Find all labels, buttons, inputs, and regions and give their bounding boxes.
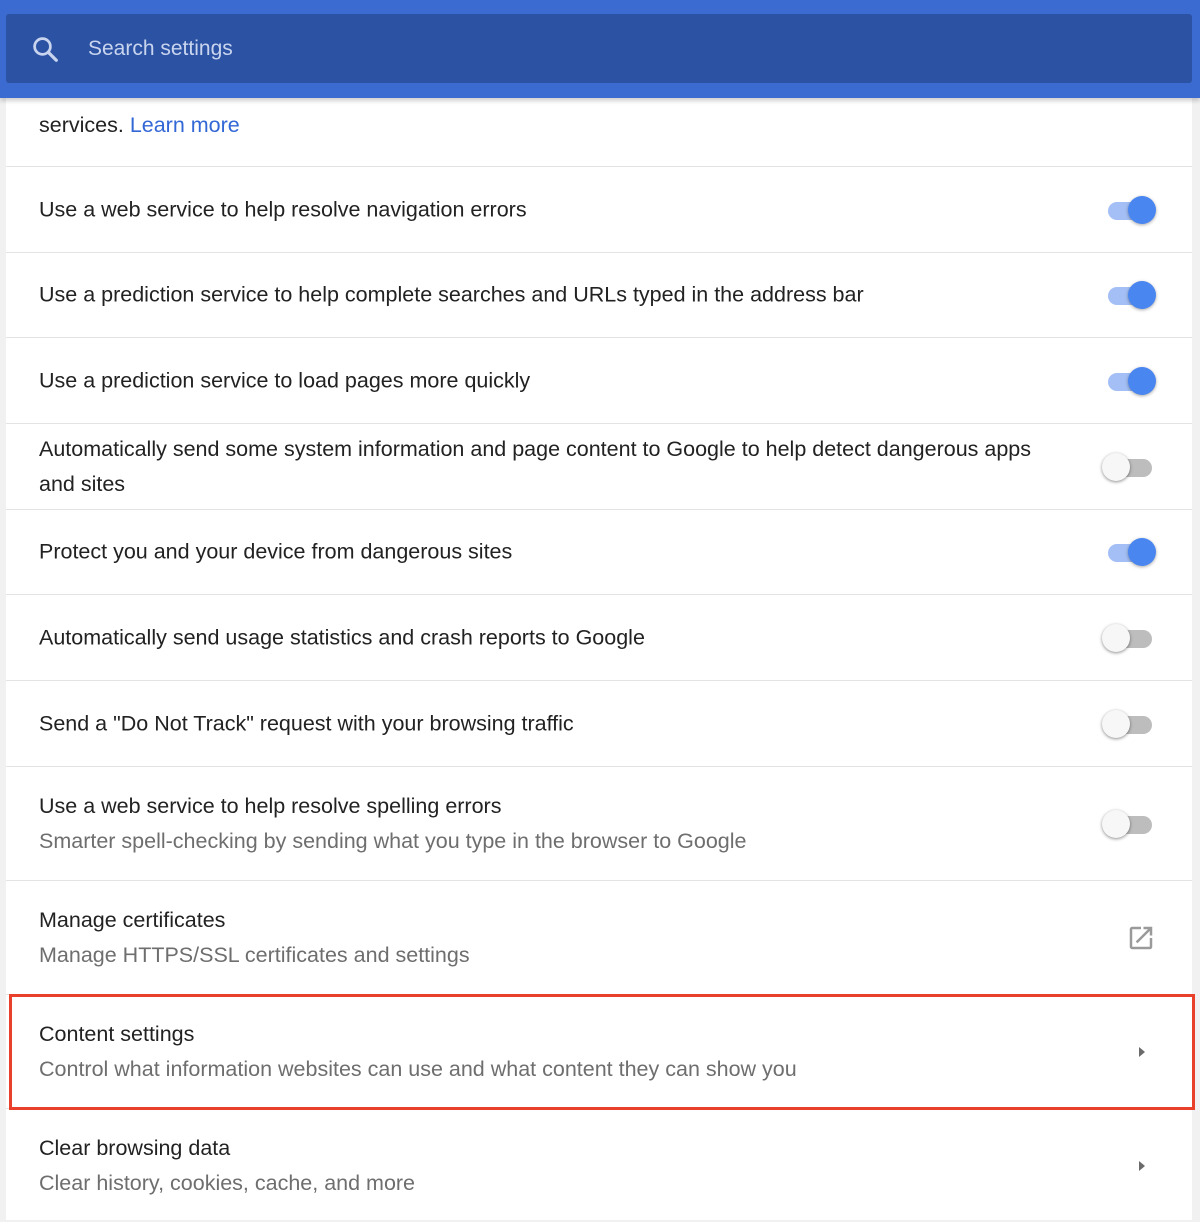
setting-row-prediction-search[interactable]: Use a prediction service to help complet…: [6, 252, 1192, 337]
toggle-knob: [1102, 623, 1130, 652]
navigation-errors-toggle[interactable]: [1102, 195, 1158, 225]
learn-more-link[interactable]: Learn more: [130, 113, 240, 137]
intro-text: services. Learn more: [39, 108, 240, 143]
setting-row-manage-certificates[interactable]: Manage certificates Manage HTTPS/SSL cer…: [6, 880, 1192, 994]
setting-row-prediction-load[interactable]: Use a prediction service to load pages m…: [6, 337, 1192, 423]
setting-text: Use a prediction service to load pages m…: [39, 363, 1062, 398]
setting-row-safe-browsing-reports[interactable]: Automatically send some system informati…: [6, 423, 1192, 509]
setting-text: Clear browsing data Clear history, cooki…: [39, 1131, 1062, 1201]
toggle-knob: [1128, 281, 1156, 309]
setting-text: Send a "Do Not Track" request with your …: [39, 706, 1062, 741]
setting-title: Clear browsing data: [39, 1135, 231, 1160]
content-settings-highlight-box: [9, 994, 1195, 1110]
setting-text: Automatically send some system informati…: [39, 432, 1062, 502]
search-icon: [33, 36, 58, 62]
settings-header: [0, 0, 1200, 98]
setting-text: Use a web service to help resolve spelli…: [39, 789, 1062, 859]
chevron-right-icon[interactable]: [1136, 1158, 1148, 1174]
setting-description: Smarter spell-checking by sending what y…: [39, 828, 747, 853]
setting-title: Use a web service to help resolve naviga…: [39, 197, 527, 221]
setting-row-navigation-errors[interactable]: Use a web service to help resolve naviga…: [6, 166, 1192, 252]
prediction-search-toggle[interactable]: [1102, 280, 1158, 310]
prediction-load-toggle[interactable]: [1102, 366, 1158, 396]
toggle-knob: [1128, 195, 1156, 224]
intro-label: services.: [39, 113, 124, 137]
safe-browsing-reports-toggle[interactable]: [1102, 452, 1158, 482]
setting-row-spelling-service[interactable]: Use a web service to help resolve spelli…: [6, 766, 1192, 880]
setting-text: Use a web service to help resolve naviga…: [39, 192, 1062, 227]
setting-title: Use a prediction service to help complet…: [39, 282, 864, 307]
toggle-knob: [1102, 452, 1130, 481]
setting-row-dangerous-sites[interactable]: Protect you and your device from dangero…: [6, 509, 1192, 594]
search-bar[interactable]: [6, 14, 1192, 83]
toggle-knob: [1102, 809, 1130, 838]
setting-title: Automatically send usage statistics and …: [39, 625, 645, 649]
dangerous-sites-toggle[interactable]: [1102, 537, 1158, 567]
toggle-knob: [1102, 709, 1130, 738]
setting-title: Send a "Do Not Track" request with your …: [39, 711, 574, 735]
do-not-track-toggle[interactable]: [1102, 709, 1158, 739]
toggle-knob: [1128, 366, 1156, 395]
open-in-new-icon[interactable]: [1126, 923, 1156, 953]
setting-text: Manage certificates Manage HTTPS/SSL cer…: [39, 903, 1062, 973]
setting-title: Automatically send some system informati…: [39, 436, 1031, 496]
setting-row-clear-browsing-data[interactable]: Clear browsing data Clear history, cooki…: [6, 1108, 1192, 1222]
setting-text: Use a prediction service to help complet…: [39, 278, 1062, 313]
setting-text: Automatically send usage statistics and …: [39, 620, 1062, 655]
setting-title: Protect you and your device from dangero…: [39, 539, 513, 564]
setting-text: Protect you and your device from dangero…: [39, 535, 1062, 570]
usage-statistics-toggle[interactable]: [1102, 623, 1158, 653]
setting-title: Manage certificates: [39, 907, 226, 932]
setting-title: Use a web service to help resolve spelli…: [39, 793, 502, 818]
setting-description: Manage HTTPS/SSL certificates and settin…: [39, 942, 470, 967]
search-input[interactable]: [86, 27, 990, 70]
spelling-service-toggle[interactable]: [1102, 809, 1158, 839]
setting-title: Use a prediction service to load pages m…: [39, 368, 531, 392]
toggle-knob: [1128, 538, 1156, 566]
setting-description: Clear history, cookies, cache, and more: [39, 1170, 416, 1195]
setting-row-do-not-track[interactable]: Send a "Do Not Track" request with your …: [6, 680, 1192, 766]
setting-row-usage-statistics[interactable]: Automatically send usage statistics and …: [6, 594, 1192, 680]
